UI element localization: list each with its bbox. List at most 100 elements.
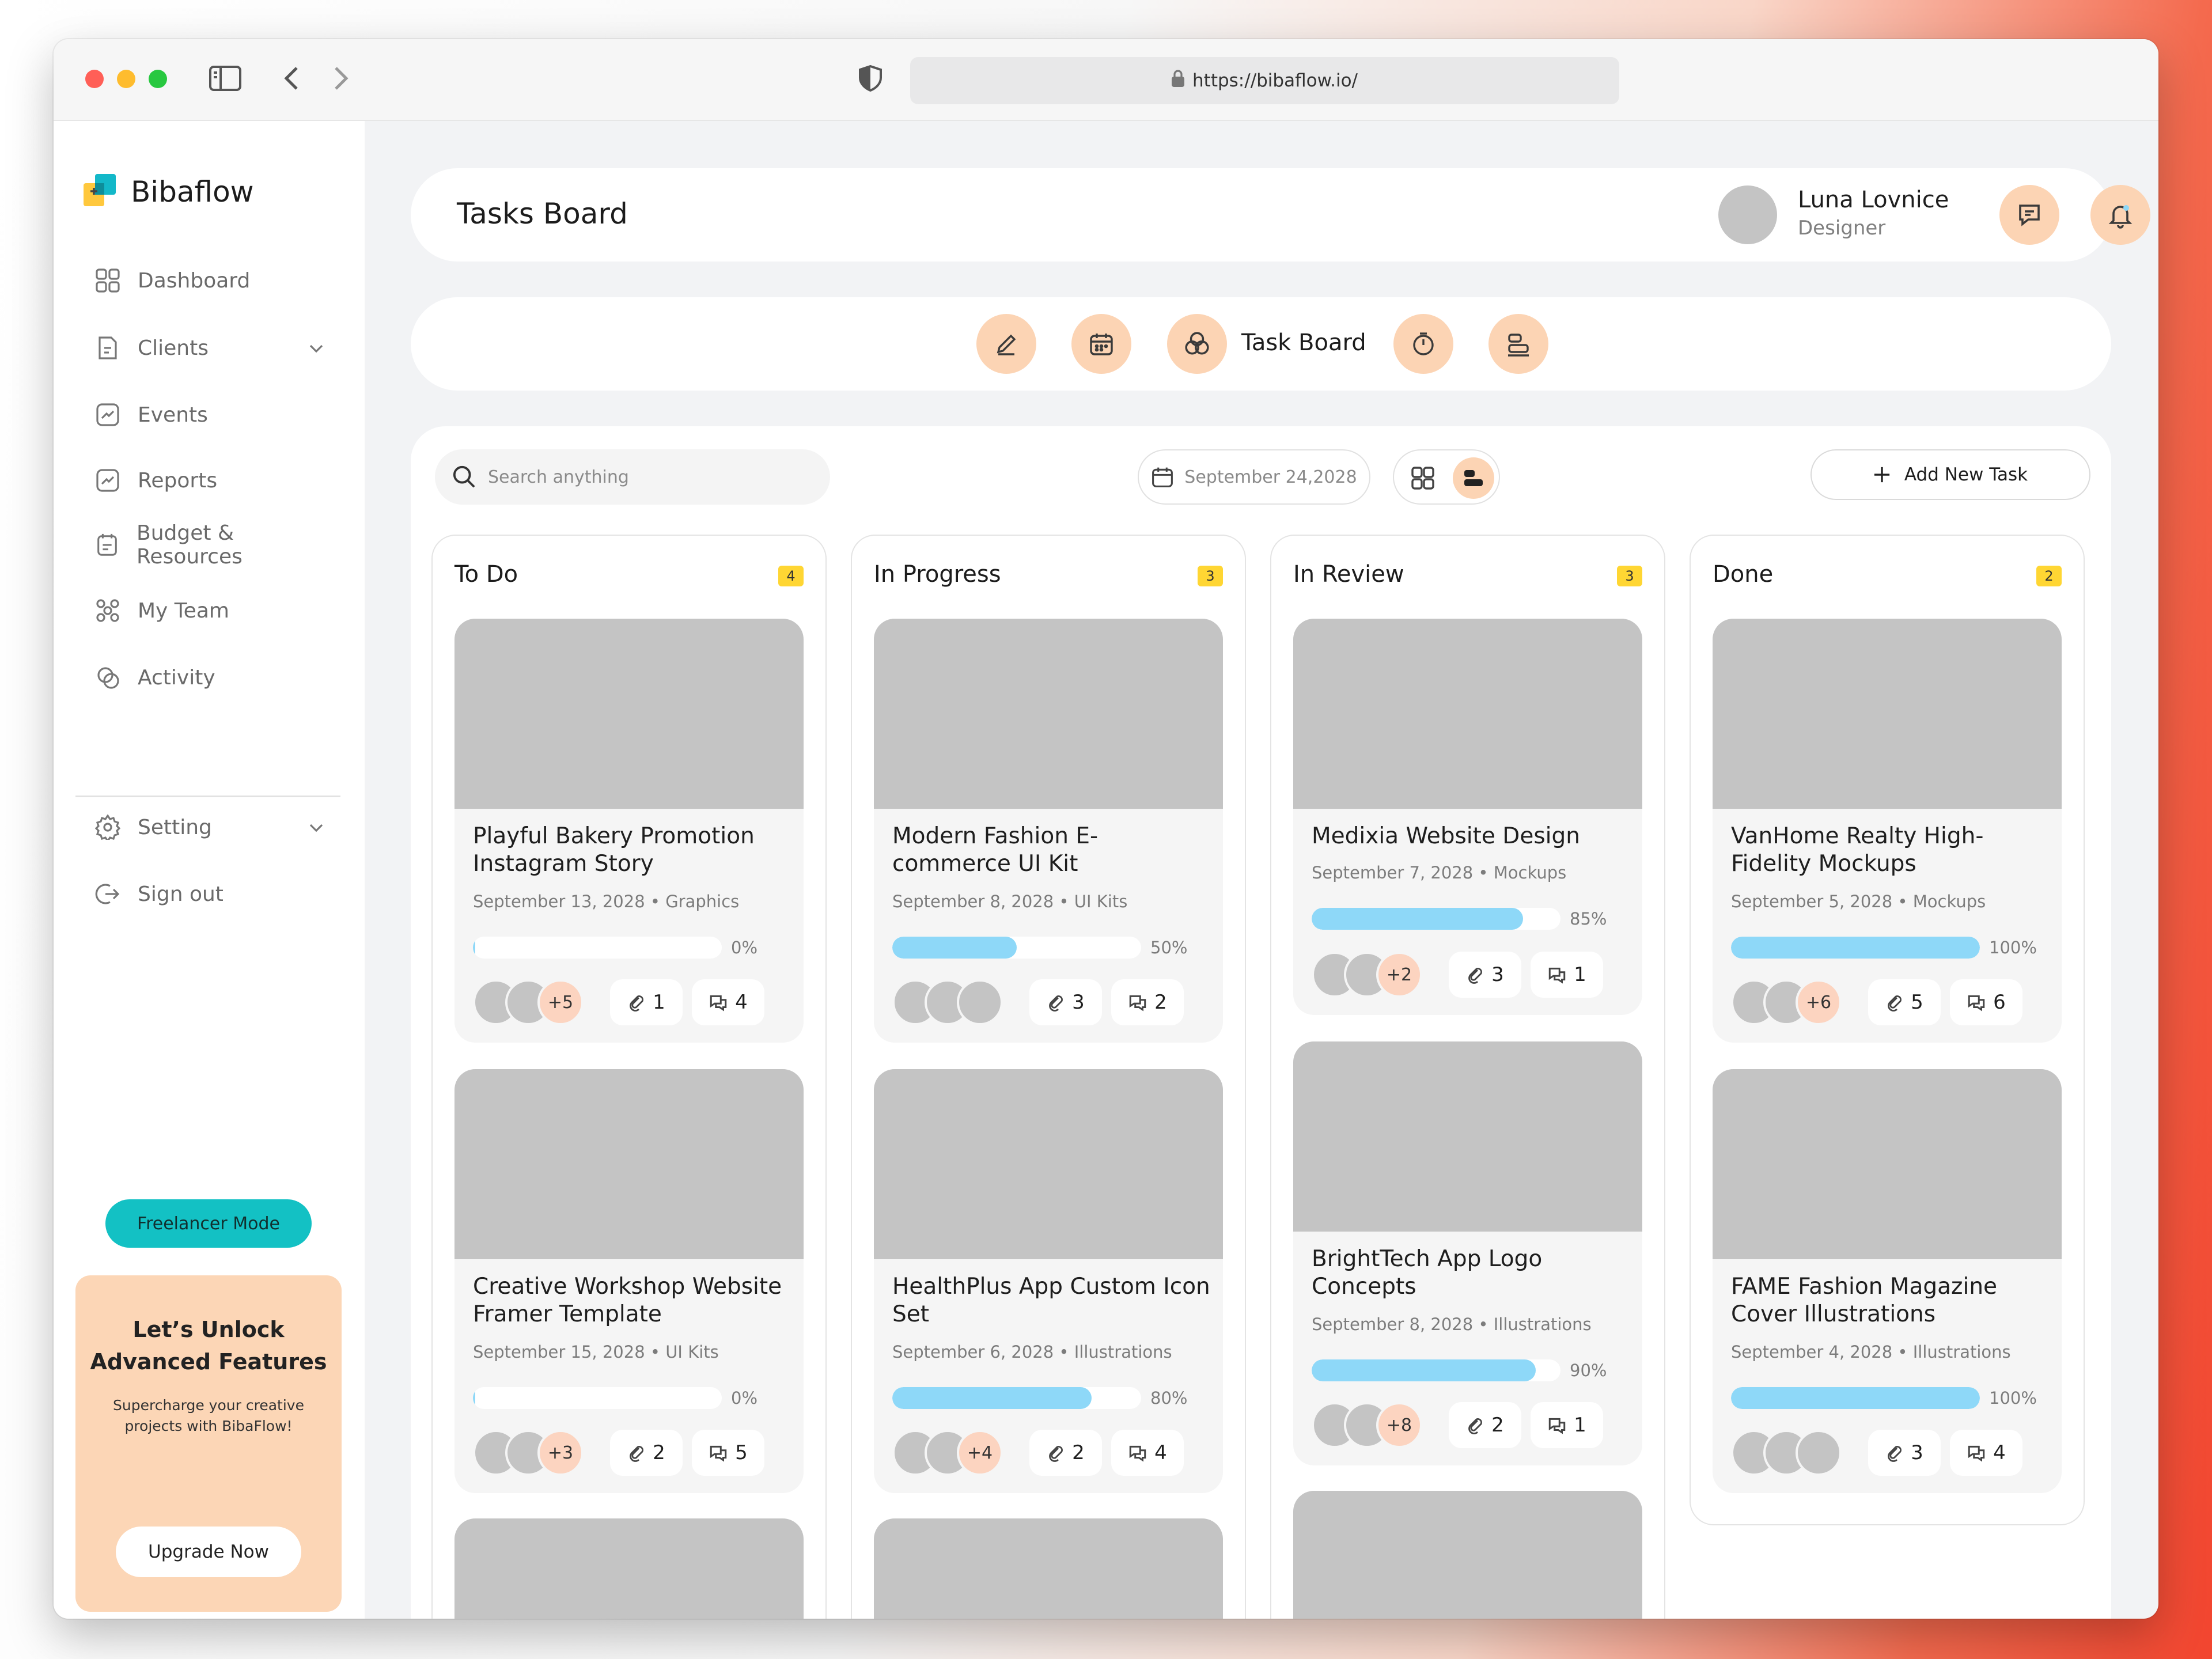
more-assignees-badge[interactable]: +6	[1796, 979, 1842, 1025]
progress-fill	[473, 1387, 475, 1409]
paperclip-icon	[630, 995, 644, 1012]
lock-icon	[1172, 70, 1185, 92]
comment-icon	[1968, 995, 1985, 1012]
column-count-badge: 2	[2036, 566, 2062, 586]
date-picker[interactable]: September 24,2028	[1138, 449, 1370, 505]
comments-count[interactable]: 6	[1950, 979, 2022, 1025]
attachments-count[interactable]: 2	[610, 1430, 683, 1476]
task-card-partial[interactable]	[1293, 1491, 1642, 1619]
sidebar-item-setting[interactable]: Setting	[95, 810, 337, 844]
add-new-task-button[interactable]: Add New Task	[1810, 449, 2090, 500]
task-card[interactable]: Modern Fashion E-commerce UI Kit Septemb…	[874, 619, 1223, 1043]
calendar-view-button[interactable]	[1071, 314, 1131, 374]
upgrade-now-button[interactable]: Upgrade Now	[116, 1527, 301, 1577]
task-board-view-button[interactable]	[1167, 314, 1227, 374]
attachments-count[interactable]: 2	[1029, 1430, 1102, 1476]
more-assignees-badge[interactable]: +3	[537, 1430, 584, 1476]
timer-view-button[interactable]	[1393, 314, 1453, 374]
timer-icon	[1413, 332, 1434, 355]
edit-view-button[interactable]	[976, 314, 1036, 374]
sidebar-item-sign-out[interactable]: Sign out	[95, 877, 337, 911]
search-input[interactable]: Search anything	[435, 449, 830, 505]
avatar	[957, 979, 1003, 1025]
card-image-placeholder	[874, 619, 1223, 809]
column-title: Done	[1713, 561, 1774, 588]
sidebar-item-label: Activity	[138, 665, 215, 690]
active-view-label: Task Board	[1241, 329, 1366, 356]
comments-count[interactable]: 4	[692, 979, 764, 1025]
comments-count[interactable]: 1	[1531, 952, 1603, 998]
task-card[interactable]: Creative Workshop Website Framer Templat…	[454, 1069, 804, 1493]
sidebar-item-reports[interactable]: Reports	[95, 463, 337, 498]
sidebar-item-label: Reports	[138, 468, 218, 493]
comments-count[interactable]: 2	[1111, 979, 1184, 1025]
grid-layout-button[interactable]	[1404, 460, 1441, 497]
task-card-partial[interactable]	[874, 1518, 1223, 1619]
attachments-count[interactable]: 3	[1449, 952, 1521, 998]
card-title: Creative Workshop Website Framer Templat…	[473, 1274, 782, 1327]
comments-count[interactable]: 4	[1950, 1430, 2022, 1476]
sidebar-item-budget[interactable]: Budget & Resources	[95, 521, 337, 569]
sidebar-toggle-icon[interactable]	[208, 62, 243, 94]
progress-label: 100%	[1989, 938, 2037, 957]
search-placeholder: Search anything	[488, 467, 629, 487]
progress-label: 80%	[1150, 1388, 1188, 1408]
brand-name: Bibaflow	[131, 175, 254, 209]
sidebar-item-activity[interactable]: Activity	[95, 660, 337, 695]
task-card[interactable]: Playful Bakery Promotion Instagram Story…	[454, 619, 804, 1043]
progress-bar	[892, 937, 1141, 959]
sidebar-item-clients[interactable]: Clients	[95, 331, 337, 365]
notifications-button[interactable]	[2090, 185, 2150, 245]
maximize-window-button[interactable]	[149, 70, 167, 88]
calendar-icon	[1090, 334, 1113, 355]
page-header: Tasks Board Luna Lovnice Designer	[411, 168, 2150, 262]
forward-icon[interactable]	[329, 62, 354, 94]
messages-button[interactable]	[1999, 185, 2059, 245]
address-bar[interactable]: https://bibaflow.io/	[910, 57, 1619, 104]
avatar[interactable]	[1718, 185, 1777, 244]
minimize-window-button[interactable]	[117, 70, 135, 88]
comments-count[interactable]: 5	[692, 1430, 764, 1476]
attachments-count[interactable]: 3	[1029, 979, 1102, 1025]
paperclip-icon	[1888, 1446, 1902, 1462]
attachments-count[interactable]: 3	[1868, 1430, 1941, 1476]
card-title: VanHome Realty High-Fidelity Mockups	[1731, 823, 1984, 877]
sidebar-item-label: Sign out	[138, 882, 224, 906]
attachments-count[interactable]: 1	[610, 979, 683, 1025]
task-card[interactable]: Medixia Website Design September 7, 2028…	[1293, 619, 1642, 1015]
task-card[interactable]: FAME Fashion Magazine Cover Illustration…	[1713, 1069, 2062, 1493]
close-window-button[interactable]	[85, 70, 104, 88]
sidebar-item-my-team[interactable]: My Team	[95, 593, 337, 628]
task-card[interactable]: VanHome Realty High-Fidelity Mockups Sep…	[1713, 619, 2062, 1043]
board-layout-icon	[1464, 470, 1483, 486]
task-board-icon	[1185, 332, 1209, 355]
comments-count[interactable]: 4	[1111, 1430, 1184, 1476]
task-card[interactable]: HealthPlus App Custom Icon Set September…	[874, 1069, 1223, 1493]
more-assignees-badge[interactable]: +2	[1376, 952, 1422, 998]
timeline-icon	[1508, 334, 1529, 357]
attachments-count[interactable]: 5	[1868, 979, 1941, 1025]
timeline-view-button[interactable]	[1488, 314, 1548, 374]
brand[interactable]: Bibaflow	[84, 174, 254, 210]
calendar-icon	[1152, 467, 1173, 487]
card-image-placeholder	[1713, 1069, 2062, 1259]
column-to-do: To Do 4 Playful Bakery Promotion Instagr…	[431, 535, 827, 1619]
shield-icon[interactable]	[854, 62, 887, 94]
progress-label: 85%	[1570, 909, 1607, 929]
comments-count[interactable]: 1	[1531, 1402, 1603, 1448]
task-card-partial[interactable]	[454, 1518, 804, 1619]
paperclip-icon	[1468, 968, 1483, 984]
sidebar-item-label: Dashboard	[138, 268, 251, 293]
more-assignees-badge[interactable]: +5	[537, 979, 584, 1025]
back-icon[interactable]	[278, 62, 304, 94]
board-layout-button[interactable]	[1453, 457, 1494, 499]
more-assignees-badge[interactable]: +8	[1376, 1402, 1422, 1448]
sidebar-item-events[interactable]: Events	[95, 397, 337, 432]
more-assignees-badge[interactable]: +4	[957, 1430, 1003, 1476]
attachments-count[interactable]: 2	[1449, 1402, 1521, 1448]
activity-icon	[97, 667, 119, 689]
progress-fill	[892, 937, 1017, 959]
freelancer-mode-button[interactable]: Freelancer Mode	[105, 1199, 312, 1248]
sidebar-item-dashboard[interactable]: Dashboard	[95, 263, 337, 298]
task-card[interactable]: BrightTech App Logo Concepts September 8…	[1293, 1041, 1642, 1465]
